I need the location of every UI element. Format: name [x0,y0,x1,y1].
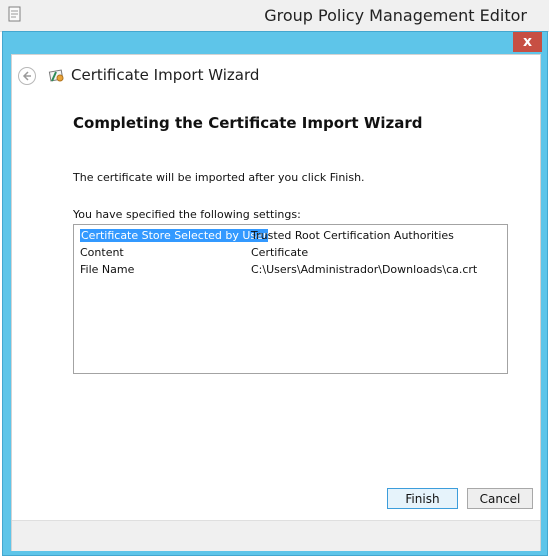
back-button[interactable] [18,67,36,85]
certificate-import-wizard-window: x Certificate Import Wizard Completing t… [2,31,548,556]
finish-button[interactable]: Finish [387,488,458,509]
settings-key: Certificate Store Selected by User [80,229,269,242]
close-icon: x [522,34,533,50]
settings-list[interactable]: Certificate Store Selected by User Trust… [73,224,508,374]
wizard-content: Certificate Import Wizard Completing the… [11,54,541,551]
cancel-button[interactable]: Cancel [467,488,533,509]
settings-key: Content [80,246,124,259]
background-window-titlebar: Group Policy Management Editor [0,0,549,32]
settings-value: Certificate [251,246,309,259]
wizard-title: Certificate Import Wizard [71,66,260,84]
document-icon [8,6,21,22]
settings-value: C:\Users\Administrador\Downloads\ca.crt [251,263,478,276]
wizard-footer [12,520,540,551]
wizard-header: Certificate Import Wizard [12,55,540,99]
certificate-icon [48,69,64,82]
page-heading: Completing the Certificate Import Wizard [73,114,423,132]
background-window-title: Group Policy Management Editor [264,6,527,25]
settings-key: File Name [80,263,135,276]
settings-value: Trusted Root Certification Authorities [251,229,454,242]
close-button[interactable]: x [513,32,542,52]
settings-label: You have specified the following setting… [73,208,301,221]
info-text: The certificate will be imported after y… [73,171,365,184]
back-arrow-icon [22,71,31,81]
